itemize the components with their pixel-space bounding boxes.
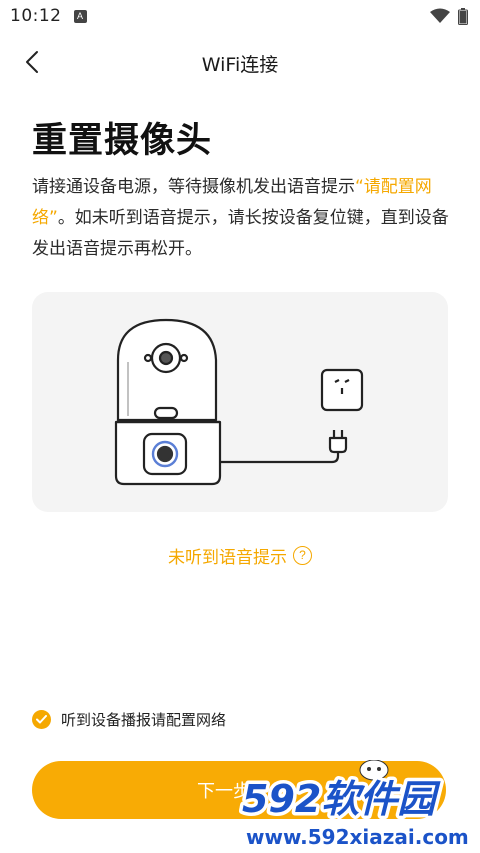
wifi-icon: [430, 8, 450, 23]
status-time: 10:12: [10, 6, 62, 26]
confirm-label: 听到设备播报请配置网络: [61, 711, 227, 729]
a-icon: A: [73, 9, 87, 23]
page-title: 重置摄像头: [32, 121, 213, 161]
instruction-text: 请接通设备电源，等待摄像机发出语音提示“请配置网络”。如未听到语音提示，请长按设…: [32, 172, 452, 265]
status-icons: [430, 7, 468, 25]
check-circle-icon: [32, 710, 51, 729]
nav-bar: WiFi连接: [0, 38, 480, 86]
watermark-url: www.592xiazai.com: [246, 825, 469, 849]
instruction-part-1: 请接通设备电源，等待摄像机发出语音提示: [32, 177, 355, 197]
battery-icon: [458, 7, 468, 25]
watermark: 592软件园 592软件园 www.592xiazai.com www.592x…: [236, 759, 480, 853]
watermark-brand: 592软件园: [242, 777, 441, 821]
no-voice-prompt-link[interactable]: 未听到语音提示 ?: [0, 543, 480, 568]
instruction-part-2: 。如未听到语音提示，请长按设备复位键，直到设备发出语音提示再松开。: [32, 208, 449, 259]
heard-voice-checkbox[interactable]: 听到设备播报请配置网络: [32, 709, 226, 730]
device-illustration: [32, 292, 448, 512]
help-link-label: 未听到语音提示: [168, 548, 287, 568]
question-circle-icon: ?: [293, 546, 312, 565]
nav-title: WiFi连接: [201, 54, 279, 76]
status-bar: 10:12 A: [0, 0, 480, 32]
camera-plug-illustration: [114, 318, 364, 486]
